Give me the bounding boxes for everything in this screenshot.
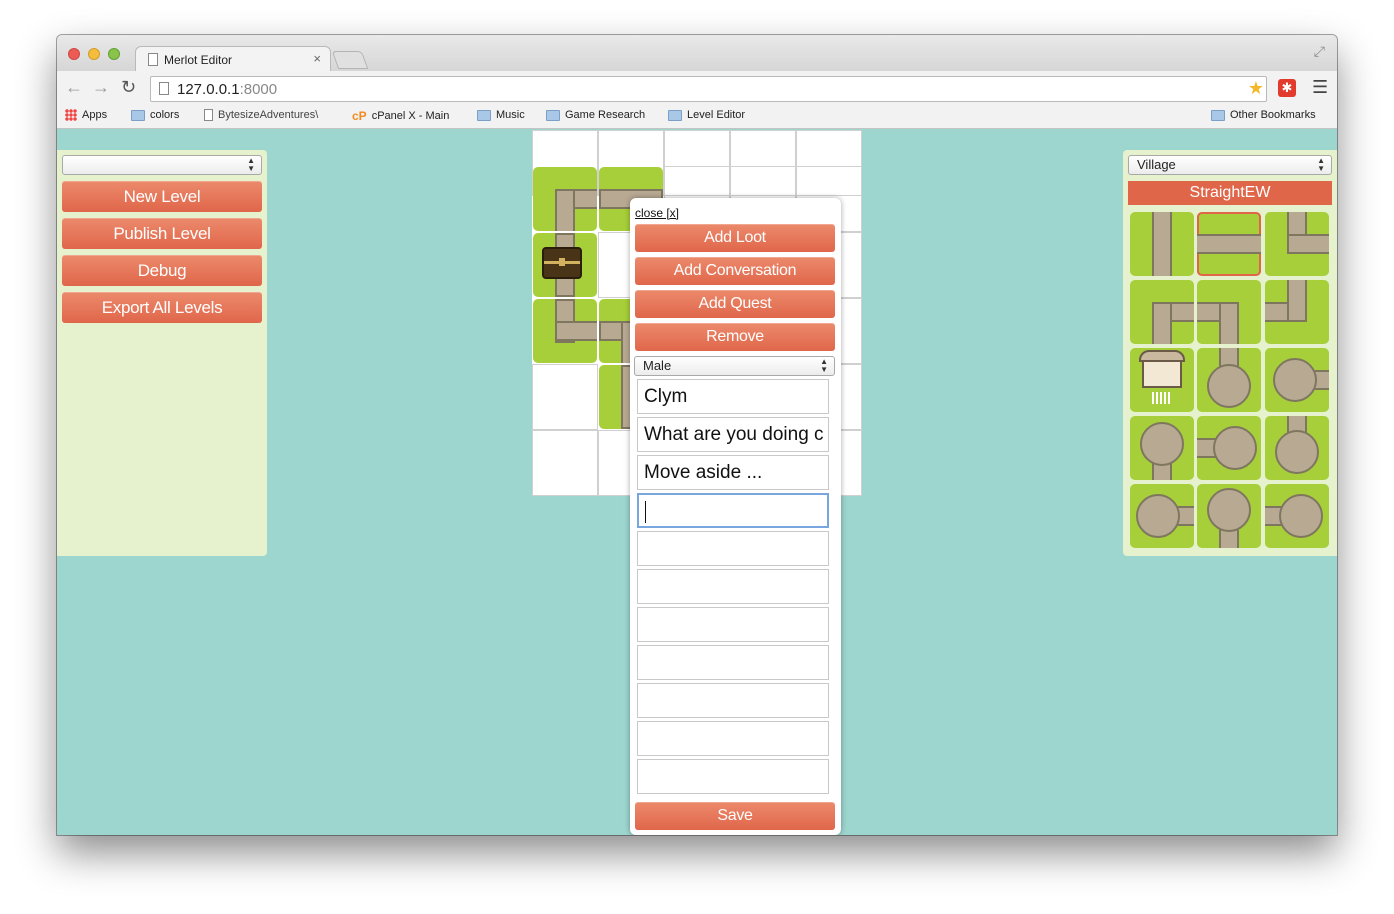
browser-toolbar: ← → ↻ 127.0.0.1:8000 ★ ✱ ☰ xyxy=(57,71,1337,105)
close-tab-icon[interactable]: × xyxy=(313,51,321,66)
browser-window: Merlot Editor × ⤢ ← → ↻ 127.0.0.1:8000 ★… xyxy=(57,35,1337,835)
bookmarks-bar: Apps colors BytesizeAdventures\ cP cPanel… xyxy=(57,105,1337,129)
dialogue-line-field[interactable] xyxy=(637,569,829,604)
tab-title: Merlot Editor xyxy=(164,53,233,67)
select-arrows-icon: ▲ ▼ xyxy=(247,156,255,173)
address-bar[interactable]: 127.0.0.1:8000 ★ xyxy=(150,76,1267,102)
bookmark-bytesize[interactable]: BytesizeAdventures\ xyxy=(204,109,318,121)
export-all-levels-button[interactable]: Export All Levels xyxy=(62,292,262,323)
palette-tile-corner-ne[interactable] xyxy=(1265,212,1329,276)
forward-arrow-icon[interactable]: → xyxy=(92,77,110,98)
new-level-button[interactable]: New Level xyxy=(62,181,262,212)
back-arrow-icon[interactable]: ← xyxy=(65,77,83,98)
dialogue-line-field-focused[interactable] xyxy=(637,493,829,528)
tile-palette-panel: Village ▲ ▼ StraightEW xyxy=(1123,150,1337,556)
close-window-button[interactable] xyxy=(68,48,80,60)
publish-level-button[interactable]: Publish Level xyxy=(62,218,262,249)
treasure-chest-icon xyxy=(542,247,582,279)
select-arrows-icon: ▲ ▼ xyxy=(820,357,828,374)
npc-name-field[interactable]: Clym xyxy=(637,379,829,414)
npc-editor-popup: close [x] Add Loot Add Conversation Add … xyxy=(630,198,841,835)
palette-tile-corner-sw[interactable] xyxy=(1197,280,1261,344)
extension-icon[interactable]: ✱ xyxy=(1278,79,1296,97)
menu-icon[interactable]: ☰ xyxy=(1312,77,1328,98)
bookmark-apps[interactable]: Apps xyxy=(65,109,107,121)
fullscreen-icon[interactable]: ⤢ xyxy=(1314,43,1325,60)
palette-tile-deadend-s2[interactable] xyxy=(1197,484,1261,548)
tileset-select[interactable]: Village ▲ ▼ xyxy=(1128,155,1332,175)
left-panel: ▲ ▼ New Level Publish Level Debug Export … xyxy=(57,150,267,556)
bookmark-star-icon[interactable]: ★ xyxy=(1248,78,1264,99)
gender-select[interactable]: Male ▲ ▼ xyxy=(634,356,835,376)
new-tab-button[interactable] xyxy=(331,51,369,69)
add-conversation-button[interactable]: Add Conversation xyxy=(635,257,835,285)
close-popup-link[interactable]: close [x] xyxy=(635,206,679,220)
apps-icon xyxy=(65,109,77,121)
bookmark-other[interactable]: Other Bookmarks xyxy=(1211,109,1316,121)
palette-tile-deadend-n2[interactable] xyxy=(1265,416,1329,480)
dialogue-line-field[interactable] xyxy=(637,607,829,642)
page-icon xyxy=(159,82,169,95)
zoom-window-button[interactable] xyxy=(108,48,120,60)
dialogue-line-field[interactable] xyxy=(637,759,829,794)
add-quest-button[interactable]: Add Quest xyxy=(635,290,835,318)
dialogue-line-field[interactable]: What are you doing c xyxy=(637,417,829,452)
palette-tile-deadend-w2[interactable] xyxy=(1265,484,1329,548)
dialogue-line-field[interactable] xyxy=(637,531,829,566)
folder-icon xyxy=(546,109,560,121)
level-select[interactable]: ▲ ▼ xyxy=(62,155,262,175)
save-button[interactable]: Save xyxy=(635,802,835,830)
palette-tile-straight-ns[interactable] xyxy=(1130,212,1194,276)
palette-tile-deadend-s[interactable] xyxy=(1130,416,1194,480)
palette-tile-deadend-n[interactable] xyxy=(1197,348,1261,412)
bookmark-colors[interactable]: colors xyxy=(131,109,179,121)
dialogue-line-field[interactable] xyxy=(637,683,829,718)
dialogue-line-field[interactable] xyxy=(637,645,829,680)
cpanel-icon: cP xyxy=(352,109,367,123)
select-arrows-icon: ▲ ▼ xyxy=(1317,156,1325,173)
editor-page: ▲ ▼ New Level Publish Level Debug Export … xyxy=(57,130,1337,835)
grid-cell[interactable] xyxy=(532,430,598,496)
palette-tile-corner-nw[interactable] xyxy=(1265,280,1329,344)
title-bar: Merlot Editor × ⤢ xyxy=(57,35,1337,72)
palette-tile-deadend-w[interactable] xyxy=(1197,416,1261,480)
text-caret xyxy=(645,500,646,523)
placed-tile[interactable] xyxy=(533,167,597,231)
folder-icon xyxy=(477,109,491,121)
folder-icon xyxy=(131,109,145,121)
page-icon xyxy=(148,53,158,66)
dialogue-line-field[interactable]: Move aside ... xyxy=(637,455,829,490)
placed-tile[interactable] xyxy=(533,299,597,363)
folder-icon xyxy=(668,109,682,121)
grid-cell[interactable] xyxy=(532,364,598,430)
palette-tile-deadend-e2[interactable] xyxy=(1130,484,1194,548)
reload-icon[interactable]: ↻ xyxy=(121,77,136,98)
bookmark-level-editor[interactable]: Level Editor xyxy=(668,109,745,121)
folder-icon xyxy=(1211,109,1225,121)
bookmark-cpanel[interactable]: cP cPanel X - Main xyxy=(352,109,449,123)
placed-tile[interactable] xyxy=(533,233,597,297)
bookmark-game-research[interactable]: Game Research xyxy=(546,109,645,121)
bookmark-music[interactable]: Music xyxy=(477,109,525,121)
palette-tile-corner-se[interactable] xyxy=(1130,280,1194,344)
dialogue-line-field[interactable] xyxy=(637,721,829,756)
minimize-window-button[interactable] xyxy=(88,48,100,60)
browser-tab[interactable]: Merlot Editor × xyxy=(135,46,331,72)
palette-tile-straight-ew[interactable] xyxy=(1197,212,1261,276)
palette-tile-house[interactable] xyxy=(1130,348,1194,412)
url-text: 127.0.0.1:8000 xyxy=(177,81,278,98)
palette-tile-deadend-e[interactable] xyxy=(1265,348,1329,412)
remove-button[interactable]: Remove xyxy=(635,323,835,351)
page-icon xyxy=(204,109,213,121)
add-loot-button[interactable]: Add Loot xyxy=(635,224,835,252)
debug-button[interactable]: Debug xyxy=(62,255,262,286)
house-icon xyxy=(1142,358,1182,388)
selected-tile-label: StraightEW xyxy=(1128,181,1332,205)
